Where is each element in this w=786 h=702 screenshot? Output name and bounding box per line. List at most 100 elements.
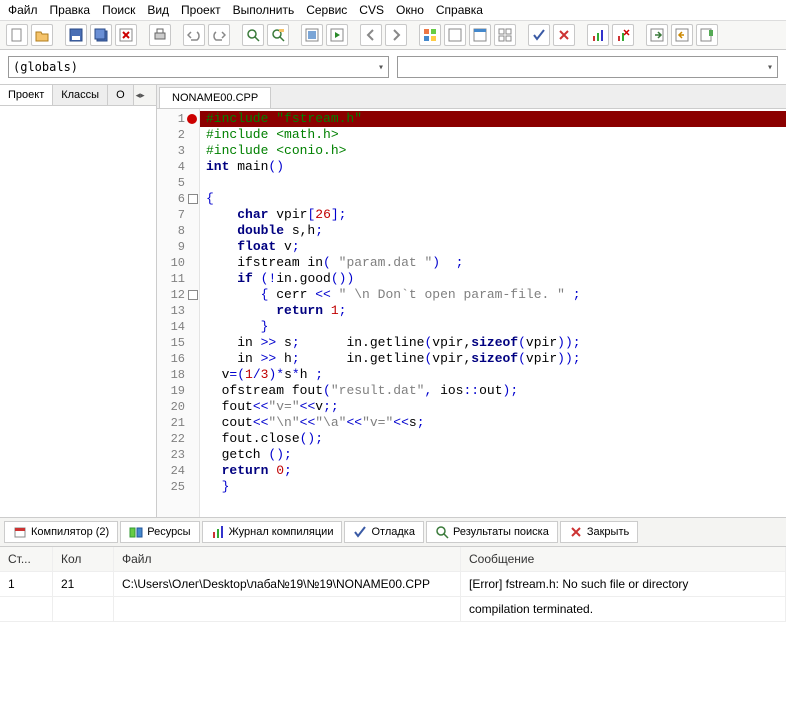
table-row[interactable]: compilation terminated. xyxy=(0,597,786,622)
line-number: 2 xyxy=(157,127,199,143)
tab-scroll[interactable]: ◂▸ xyxy=(134,85,147,105)
save-all-icon[interactable] xyxy=(90,24,112,46)
chart-icon[interactable] xyxy=(587,24,609,46)
main-toolbar xyxy=(0,21,786,50)
open-file-icon[interactable] xyxy=(31,24,53,46)
minimize-icon[interactable] xyxy=(444,24,466,46)
code-line[interactable]: #include <math.h> xyxy=(200,127,786,143)
compile-icon[interactable] xyxy=(301,24,323,46)
menu-файл[interactable]: Файл xyxy=(8,3,38,17)
line-number: 11 xyxy=(157,271,199,287)
code-line[interactable]: } xyxy=(200,479,786,495)
line-number: 14 xyxy=(157,319,199,335)
code-line[interactable]: fout<<"v="<<v;; xyxy=(200,399,786,415)
col-message[interactable]: Сообщение xyxy=(461,547,786,571)
undo-icon[interactable] xyxy=(183,24,205,46)
bottom-tab[interactable]: Журнал компиляции xyxy=(202,521,343,543)
code-line[interactable]: double s,h; xyxy=(200,223,786,239)
find-icon[interactable] xyxy=(242,24,264,46)
windows-icon[interactable] xyxy=(419,24,441,46)
line-number: 6 xyxy=(157,191,199,207)
code-line[interactable]: return 1; xyxy=(200,303,786,319)
new-file-icon[interactable] xyxy=(6,24,28,46)
scope-bar: (globals)▾ ▾ xyxy=(0,50,786,85)
close-project-icon[interactable] xyxy=(115,24,137,46)
tab-icon xyxy=(211,525,225,539)
code-line[interactable]: in >> h; in.getline(vpir,sizeof(vpir)); xyxy=(200,351,786,367)
file-tab-noname[interactable]: NONAME00.CPP xyxy=(159,87,271,108)
grid-icon[interactable] xyxy=(494,24,516,46)
save-icon[interactable] xyxy=(65,24,87,46)
menu-cvs[interactable]: CVS xyxy=(359,3,384,17)
col-col[interactable]: Кол xyxy=(53,547,114,571)
replace-icon[interactable] xyxy=(267,24,289,46)
cancel-icon[interactable] xyxy=(553,24,575,46)
back-icon[interactable] xyxy=(360,24,382,46)
forward-icon[interactable] xyxy=(385,24,407,46)
code-line[interactable]: #include "fstream.h" xyxy=(200,111,786,127)
bottom-tab[interactable]: Ресурсы xyxy=(120,521,199,543)
code-line[interactable]: { xyxy=(200,191,786,207)
code-line[interactable]: #include <conio.h> xyxy=(200,143,786,159)
line-number: 9 xyxy=(157,239,199,255)
code-line[interactable] xyxy=(200,175,786,191)
menu-проект[interactable]: Проект xyxy=(181,3,221,17)
tab-label: Результаты поиска xyxy=(453,526,549,538)
line-number: 10 xyxy=(157,255,199,271)
tab-other[interactable]: О xyxy=(108,85,134,105)
bottom-tab[interactable]: Закрыть xyxy=(560,521,638,543)
code-line[interactable]: ifstream in( "param.dat ") ; xyxy=(200,255,786,271)
bottom-tab[interactable]: Компилятор (2) xyxy=(4,521,118,543)
editor: NONAME00.CPP 123456789101112131415161819… xyxy=(157,85,786,517)
code-area[interactable]: 123456789101112131415161819202122232425 … xyxy=(157,109,786,517)
code-line[interactable]: } xyxy=(200,319,786,335)
sidebar-body xyxy=(0,106,156,517)
redo-icon[interactable] xyxy=(208,24,230,46)
code-line[interactable]: v=(1/3)*s*h ; xyxy=(200,367,786,383)
line-number: 4 xyxy=(157,159,199,175)
line-number: 7 xyxy=(157,207,199,223)
run-icon[interactable] xyxy=(326,24,348,46)
code-line[interactable]: in >> s; in.getline(vpir,sizeof(vpir)); xyxy=(200,335,786,351)
insert-icon[interactable] xyxy=(671,24,693,46)
col-file[interactable]: Файл xyxy=(114,547,461,571)
code-line[interactable]: fout.close(); xyxy=(200,431,786,447)
bottom-tab[interactable]: Отладка xyxy=(344,521,423,543)
code-line[interactable]: ofstream fout("result.dat", ios::out); xyxy=(200,383,786,399)
line-number: 8 xyxy=(157,223,199,239)
messages-grid: Ст... Кол Файл Сообщение 121C:\Users\Оле… xyxy=(0,547,786,622)
chevron-down-icon: ▾ xyxy=(767,62,773,73)
tab-classes[interactable]: Классы xyxy=(53,85,108,105)
globals-combo[interactable]: (globals)▾ xyxy=(8,56,389,78)
maximize-icon[interactable] xyxy=(469,24,491,46)
tab-icon xyxy=(435,525,449,539)
menu-правка[interactable]: Правка xyxy=(50,3,91,17)
menu-сервис[interactable]: Сервис xyxy=(306,3,347,17)
code-lines[interactable]: #include "fstream.h"#include <math.h>#in… xyxy=(200,109,786,517)
menu-выполнить[interactable]: Выполнить xyxy=(233,3,295,17)
members-combo[interactable]: ▾ xyxy=(397,56,778,78)
menu-поиск[interactable]: Поиск xyxy=(102,3,135,17)
goto-icon[interactable] xyxy=(646,24,668,46)
line-number: 23 xyxy=(157,447,199,463)
bottom-tab[interactable]: Результаты поиска xyxy=(426,521,558,543)
check-icon[interactable] xyxy=(528,24,550,46)
code-line[interactable]: { cerr << " \n Don`t open param-file. " … xyxy=(200,287,786,303)
code-line[interactable]: return 0; xyxy=(200,463,786,479)
code-line[interactable]: cout<<"\n"<<"\a"<<"v="<<s; xyxy=(200,415,786,431)
delete-chart-icon[interactable] xyxy=(612,24,634,46)
col-line[interactable]: Ст... xyxy=(0,547,53,571)
print-icon[interactable] xyxy=(149,24,171,46)
code-line[interactable]: if (!in.good()) xyxy=(200,271,786,287)
menu-вид[interactable]: Вид xyxy=(147,3,169,17)
code-line[interactable]: char vpir[26]; xyxy=(200,207,786,223)
menu-справка[interactable]: Справка xyxy=(436,3,483,17)
menu-окно[interactable]: Окно xyxy=(396,3,424,17)
code-line[interactable]: int main() xyxy=(200,159,786,175)
code-line[interactable]: getch (); xyxy=(200,447,786,463)
code-line[interactable]: float v; xyxy=(200,239,786,255)
table-row[interactable]: 121C:\Users\Олег\Desktop\лаба№19\№19\NON… xyxy=(0,572,786,597)
bookmark-icon[interactable] xyxy=(696,24,718,46)
tab-project[interactable]: Проект xyxy=(0,85,53,105)
line-number: 13 xyxy=(157,303,199,319)
